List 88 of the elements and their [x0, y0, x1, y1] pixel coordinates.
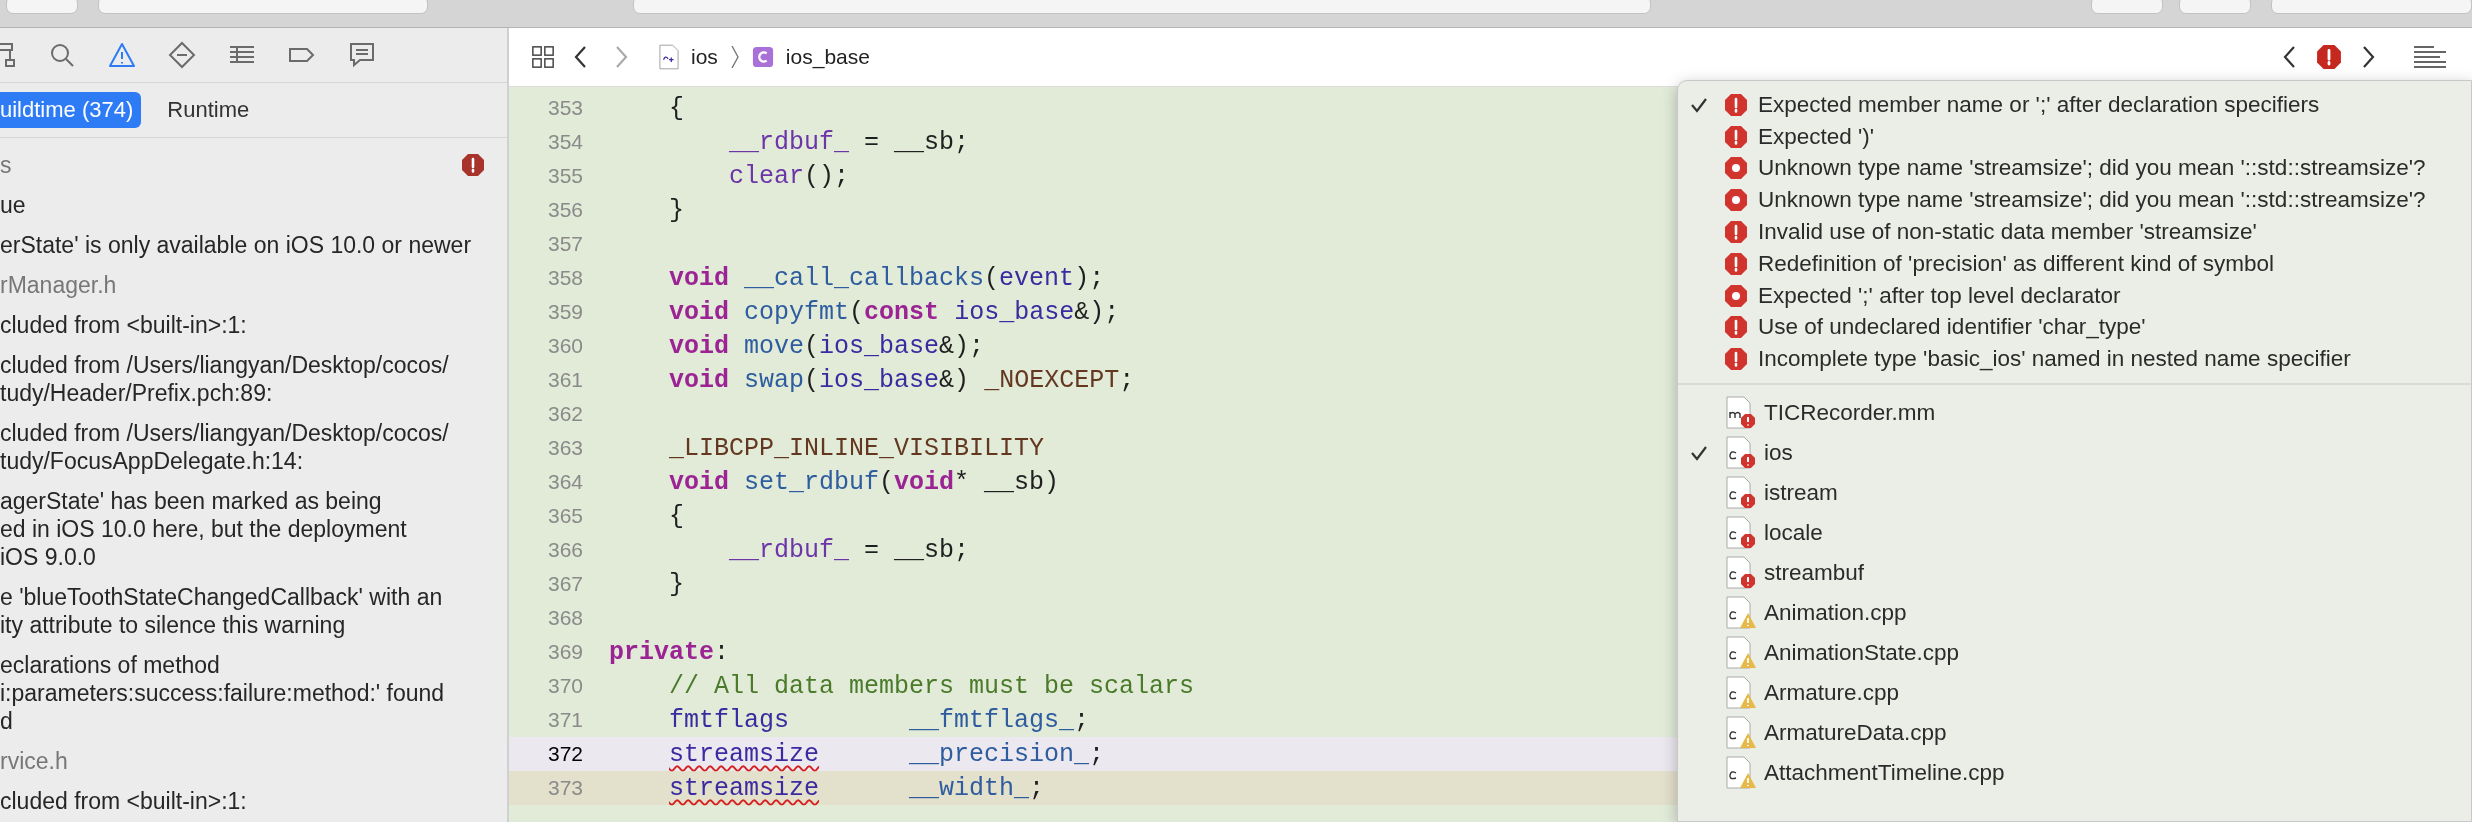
code-line: void set_rdbuf(void* __sb) — [668, 467, 1060, 497]
line-number: 370 — [546, 674, 583, 698]
issue-message[interactable]: eclarations of method i:parameters:success:failure:method:' found d — [0, 651, 445, 735]
code-line: streamsize __precision_; — [668, 739, 1105, 769]
code-line: _LIBCPP_INLINE_VISIBILITY — [668, 433, 1045, 463]
code-line: } — [668, 195, 685, 225]
line-number: 364 — [546, 470, 583, 494]
line-number: 353 — [546, 96, 583, 120]
menu-item[interactable]: Unknown type name 'streamsize'; did you mean '::std::streamsize'? — [1678, 152, 2471, 185]
line-number: 369 — [546, 640, 583, 664]
code-line: void swap(ios_base&) _NOEXCEPT; — [668, 365, 1135, 395]
menu-item[interactable]: AnimationState.cpp — [1678, 633, 2471, 674]
code-line: { — [668, 501, 685, 531]
issue-message[interactable]: cluded from /Users/liangyan/Desktop/cocos/ tudy/Header/Prefix.pch:89: — [0, 351, 449, 407]
code-line: void copyfmt(const ios_base&); — [668, 297, 1120, 327]
file-name[interactable]: rManager.h — [0, 271, 117, 299]
line-number: 367 — [546, 572, 583, 596]
menu-item[interactable]: AttachmentTimeline.cpp — [1678, 753, 2471, 794]
code-line: clear(); — [728, 161, 850, 191]
menu-item[interactable]: Invalid use of non-static data member 'streamsize' — [1678, 216, 2471, 248]
issue-message[interactable]: cluded from <built-in>:1: — [0, 311, 247, 339]
menu-item[interactable]: istream — [1678, 473, 2471, 514]
file-icon — [659, 44, 679, 70]
comment-icon[interactable] — [348, 41, 376, 69]
issue-message[interactable]: cluded from <built-in>:1: — [0, 787, 247, 815]
issue-message[interactable]: erState' is only available on iOS 10.0 or newer — [0, 231, 472, 259]
menu-item[interactable]: Redefinition of 'precision' as different kind of symbol — [1678, 248, 2471, 280]
menu-item[interactable]: Armature.cpp — [1678, 673, 2471, 714]
issue-group-title[interactable]: s — [0, 151, 12, 179]
class-icon — [751, 46, 774, 68]
code-line: __rdbuf_ = __sb; — [728, 127, 970, 157]
line-number: 354 — [546, 130, 583, 154]
line-number: 365 — [546, 504, 583, 528]
forward-icon[interactable] — [613, 44, 629, 70]
breadcrumb-item[interactable]: ios_base — [785, 45, 870, 69]
line-number: 358 — [546, 266, 583, 290]
code-line: // All data members must be scalars — [668, 671, 1195, 701]
breadcrumb-item[interactable]: ios — [691, 45, 718, 69]
search-icon[interactable] — [48, 41, 76, 69]
menu-item[interactable]: Expected ')' — [1678, 120, 2471, 153]
menu-item[interactable]: Expected ';' after top level declarator — [1678, 279, 2471, 312]
line-number: 356 — [546, 198, 583, 222]
code-line: { — [668, 93, 685, 123]
previous-issue-icon[interactable] — [2282, 44, 2298, 70]
code-line: __rdbuf_ = __sb; — [728, 535, 970, 565]
menu-item[interactable]: Use of undeclared identifier 'char_type' — [1678, 311, 2471, 344]
line-number: 373 — [546, 776, 583, 800]
back-icon[interactable] — [573, 44, 589, 70]
menu-item[interactable]: Expected member name or ';' after declaration specifiers — [1678, 89, 2471, 121]
menu-item[interactable]: Animation.cpp — [1678, 593, 2471, 634]
file-name[interactable]: rvice.h — [0, 747, 68, 775]
code-line: private: — [609, 637, 730, 667]
warning-icon[interactable] — [108, 41, 136, 69]
code-line: void move(ios_base&); — [668, 331, 985, 361]
menu-item[interactable]: ios — [1678, 433, 2471, 474]
line-number: 362 — [546, 402, 583, 426]
line-number: 368 — [546, 606, 583, 630]
menu-item[interactable]: locale — [1678, 513, 2471, 554]
grid-icon[interactable] — [531, 45, 555, 69]
code-line: void __call_callbacks(event); — [668, 263, 1105, 293]
issue-message[interactable]: agerState' has been marked as being ed in iOS 10.0 here, but the deployment iOS 9.0.0 — [0, 487, 407, 571]
line-number: 355 — [546, 164, 583, 188]
line-number: 372 — [546, 742, 583, 766]
error-icon[interactable] — [2316, 44, 2342, 70]
issue-filter-tab[interactable]: Runtime — [159, 92, 258, 128]
menu-item[interactable]: Incomplete type 'basic_ios' named in nested name specifier — [1678, 343, 2471, 376]
line-number: 359 — [546, 300, 583, 324]
menu-item[interactable]: ArmatureData.cpp — [1678, 713, 2471, 754]
menu-item[interactable]: streambuf — [1678, 553, 2471, 594]
code-line: } — [668, 569, 685, 599]
line-number: 360 — [546, 334, 583, 358]
minimap-icon[interactable] — [2412, 44, 2448, 70]
issue-message[interactable]: ue — [0, 191, 26, 219]
line-number: 371 — [546, 708, 583, 732]
next-issue-icon[interactable] — [2360, 44, 2376, 70]
chevron-icon — [729, 44, 740, 70]
issue-filter-tab[interactable]: uildtime (374) — [0, 92, 142, 128]
line-number: 361 — [546, 368, 583, 392]
line-number: 366 — [546, 538, 583, 562]
diamond-icon[interactable] — [168, 41, 196, 69]
issue-message[interactable]: e 'blueToothStateChangedCallback' with an ity attribute to silence this warning — [0, 583, 443, 639]
code-line: fmtflags __fmtflags_; — [668, 705, 1090, 735]
menu-item[interactable]: Unknown type name 'streamsize'; did you mean '::std::streamsize'? — [1678, 184, 2471, 217]
code-line: streamsize __width_; — [668, 773, 1045, 803]
line-number: 363 — [546, 436, 583, 460]
menu-item[interactable]: TICRecorder.mm — [1678, 393, 2471, 434]
line-number: 357 — [546, 232, 583, 256]
issue-message[interactable]: cluded from /Users/liangyan/Desktop/cocos/ tudy/FocusAppDelegate.h:14: — [0, 419, 449, 475]
